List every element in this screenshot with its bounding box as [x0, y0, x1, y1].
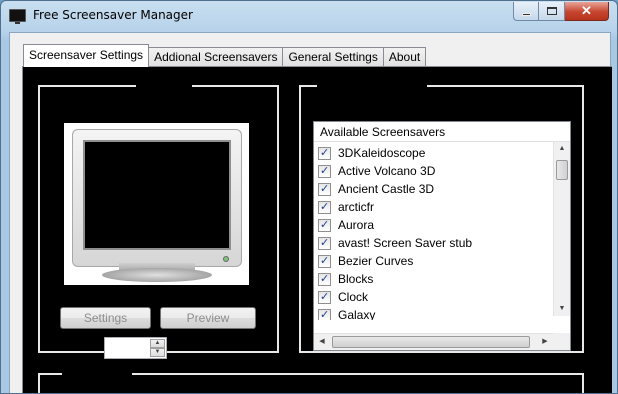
list-item-label: 3DKaleidoscope [338, 146, 426, 160]
spin-up-button[interactable]: ▲ [150, 339, 165, 348]
list-item-label: Clock [338, 290, 369, 304]
close-icon: ✕ [581, 3, 592, 18]
client-area: Screensaver Settings Addional Screensave… [9, 32, 612, 393]
tab-panel-screensaver-settings: Settings Preview ▲ ▼ Available Screensav… [22, 66, 612, 393]
group-title-gap [136, 83, 192, 89]
preview-group: Settings Preview ▲ ▼ [38, 83, 279, 359]
list-item[interactable]: arcticfr [318, 198, 550, 216]
list-item-label: arcticfr [338, 200, 374, 214]
minimize-button[interactable] [513, 2, 539, 21]
list-column-header[interactable]: Available Screensavers [314, 122, 570, 142]
screensaver-preview [64, 123, 249, 285]
tab-strip: Screensaver Settings Addional Screensave… [23, 44, 427, 67]
list-item[interactable]: Aurora [318, 216, 550, 234]
list-item-label: Bezier Curves [338, 254, 414, 268]
horizontal-scrollbar[interactable]: ◀ ▶ [314, 333, 553, 350]
group-title-gap [317, 83, 427, 89]
monitor-app-icon [9, 9, 26, 24]
vertical-scrollbar[interactable]: ▲ ▼ [553, 142, 570, 316]
screensaver-list-group: Available Screensavers 3DKaleidoscope Ac… [299, 83, 584, 353]
checkbox[interactable] [318, 218, 331, 232]
scrollbar-corner [553, 333, 570, 350]
list-item-label: Ancient Castle 3D [338, 182, 435, 196]
list-item[interactable]: Active Volcano 3D [318, 162, 550, 180]
caption-buttons: ✕ [513, 2, 609, 22]
checkbox[interactable] [318, 272, 331, 286]
preview-button[interactable]: Preview [160, 307, 256, 329]
list-item[interactable]: Galaxy [318, 306, 550, 320]
checkbox[interactable] [318, 182, 331, 196]
checkbox[interactable] [318, 254, 331, 268]
list-items: 3DKaleidoscope Active Volcano 3D Ancient… [318, 144, 550, 320]
list-item-label: avast! Screen Saver stub [338, 236, 473, 250]
monitor-screen [83, 140, 231, 250]
list-item-label: Galaxy [338, 308, 376, 320]
checkbox[interactable] [318, 164, 331, 178]
scroll-left-icon[interactable]: ◀ [317, 337, 327, 347]
tab-general-settings[interactable]: General Settings [282, 47, 384, 67]
settings-button[interactable]: Settings [60, 307, 151, 329]
scroll-up-icon[interactable]: ▲ [557, 144, 567, 154]
list-item-label: Blocks [338, 272, 374, 286]
window-title: Free Screensaver Manager [33, 8, 193, 22]
maximize-icon [547, 7, 557, 15]
spin-down-button[interactable]: ▼ [150, 348, 165, 357]
title-bar[interactable]: Free Screensaver Manager ✕ [1, 1, 617, 33]
group-title-gap [62, 371, 132, 377]
list-item[interactable]: Clock [318, 288, 550, 306]
bottom-group [38, 371, 584, 393]
list-item-label: Aurora [338, 218, 375, 232]
scroll-right-icon[interactable]: ▶ [540, 337, 550, 347]
close-button[interactable]: ✕ [565, 2, 609, 21]
monitor-bezel [72, 129, 242, 267]
scroll-down-icon[interactable]: ▼ [557, 304, 567, 314]
maximize-button[interactable] [539, 2, 565, 21]
tab-additional-screensavers[interactable]: Addional Screensavers [148, 47, 284, 67]
checkbox[interactable] [318, 146, 331, 160]
list-item[interactable]: Blocks [318, 270, 550, 288]
app-window: Free Screensaver Manager ✕ Screensaver S… [0, 0, 618, 394]
horizontal-scroll-thumb[interactable] [332, 336, 530, 348]
tab-screensaver-settings[interactable]: Screensaver Settings [23, 44, 150, 67]
checkbox[interactable] [318, 200, 331, 214]
checkbox[interactable] [318, 308, 331, 320]
list-item[interactable]: 3DKaleidoscope [318, 144, 550, 162]
available-screensavers-list[interactable]: Available Screensavers 3DKaleidoscope Ac… [313, 121, 571, 351]
list-item[interactable]: Bezier Curves [318, 252, 550, 270]
delay-spinner[interactable]: ▲ ▼ [104, 337, 167, 359]
list-item-label: Active Volcano 3D [338, 164, 436, 178]
checkbox[interactable] [318, 290, 331, 304]
tab-about[interactable]: About [382, 47, 427, 67]
minimize-icon [522, 13, 531, 16]
monitor-stand [102, 268, 212, 282]
checkbox[interactable] [318, 236, 331, 250]
spinner-buttons: ▲ ▼ [150, 339, 165, 357]
list-item[interactable]: Ancient Castle 3D [318, 180, 550, 198]
scroll-thumb[interactable] [556, 160, 568, 180]
list-item[interactable]: avast! Screen Saver stub [318, 234, 550, 252]
power-led-icon [223, 256, 229, 262]
